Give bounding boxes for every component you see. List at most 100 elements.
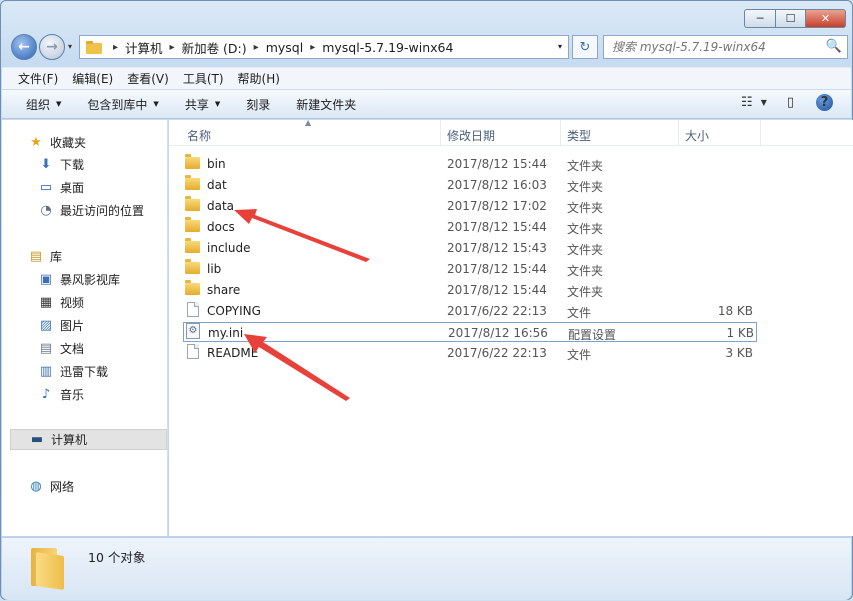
file-row[interactable]: COPYING 2017/6/22 22:13 文件 18 KB	[183, 301, 757, 321]
file-type: 文件夹	[567, 285, 604, 299]
minimize-button[interactable]: ─	[744, 9, 776, 28]
file-date: 2017/8/12 16:56	[448, 326, 548, 340]
desktop-icon: ▭	[39, 180, 53, 195]
file-name: docs	[207, 220, 235, 234]
star-icon: ★	[30, 135, 42, 150]
file-name: README	[207, 346, 259, 360]
column-divider[interactable]	[678, 120, 679, 146]
dropdown-arrow-icon: ▼	[56, 100, 62, 108]
organize-label: 组织	[26, 97, 51, 112]
address-dropdown-icon[interactable]: ▾	[558, 42, 562, 51]
search-box[interactable]: 🔍	[603, 35, 848, 59]
help-icon[interactable]: ?	[816, 94, 833, 111]
chevron-right-icon[interactable]: ▸	[310, 42, 315, 53]
close-button[interactable]: ✕	[806, 9, 846, 28]
column-size[interactable]: 大小	[685, 127, 709, 144]
file-row[interactable]: lib 2017/8/12 15:44 文件夹	[183, 259, 757, 279]
file-row[interactable]: README 2017/6/22 22:13 文件 3 KB	[183, 343, 757, 363]
forward-button[interactable]: →	[39, 34, 65, 60]
breadcrumb-mysql[interactable]: mysql	[266, 40, 304, 55]
nav-label: 图片	[60, 319, 85, 333]
nav-label: 收藏夹	[50, 136, 87, 150]
chevron-right-icon[interactable]: ▸	[170, 42, 175, 53]
column-type[interactable]: 类型	[567, 127, 591, 144]
folder-icon	[185, 259, 200, 274]
folder-icon	[185, 154, 200, 169]
menu-bar: 文件(F) 编辑(E) 查看(V) 工具(T) 帮助(H)	[2, 67, 851, 89]
file-type: 文件夹	[567, 159, 604, 173]
file-row[interactable]: share 2017/8/12 15:44 文件夹	[183, 280, 757, 300]
window-controls: ─ ☐ ✕	[744, 9, 846, 28]
computer-icon: ▬	[30, 432, 44, 447]
chevron-right-icon[interactable]: ▸	[113, 42, 118, 53]
chevron-right-icon[interactable]: ▸	[254, 42, 259, 53]
column-divider[interactable]	[760, 120, 761, 146]
nav-label: 视频	[60, 296, 85, 310]
column-name[interactable]: 名称	[187, 127, 211, 144]
address-bar[interactable]: ▸ 计算机 ▸ 新加卷 (D:) ▸ mysql ▸ mysql-5.7.19-winx…	[79, 35, 569, 59]
organize-button[interactable]: 组织 ▼	[26, 96, 61, 113]
back-button[interactable]: ←	[11, 34, 37, 60]
burn-button[interactable]: 刻录	[246, 96, 270, 113]
file-name: bin	[207, 157, 226, 171]
breadcrumb-computer[interactable]: 计算机	[125, 38, 163, 57]
file-list: 名称 ▲ 修改日期 类型 大小 bin 2017/8/12 15:44 文件夹 …	[169, 118, 853, 536]
file-row[interactable]: bin 2017/8/12 15:44 文件夹	[183, 154, 757, 174]
search-input[interactable]	[612, 40, 822, 54]
nav-label: 迅雷下载	[60, 365, 109, 379]
burn-label: 刻录	[246, 97, 271, 112]
file-type: 文件	[567, 306, 592, 320]
file-row[interactable]: include 2017/8/12 15:43 文件夹	[183, 238, 757, 258]
file-row[interactable]: dat 2017/8/12 16:03 文件夹	[183, 175, 757, 195]
file-type: 文件	[567, 348, 592, 362]
file-name: include	[207, 241, 251, 255]
menu-view[interactable]: 查看(V)	[127, 70, 169, 87]
maximize-button[interactable]: ☐	[776, 9, 806, 28]
share-label: 共享	[184, 97, 209, 112]
file-size: 3 KB	[725, 346, 753, 360]
file-name: lib	[207, 262, 222, 276]
video-icon: ▦	[39, 295, 53, 310]
view-options-icon[interactable]: ☷	[741, 95, 753, 110]
file-date: 2017/8/12 15:43	[447, 241, 547, 255]
view-dropdown-icon[interactable]: ▼	[761, 98, 767, 107]
file-name: dat	[207, 178, 227, 192]
file-type: 文件夹	[567, 222, 604, 236]
toolbar-right: ☷ ▼ ▯ ?	[729, 94, 833, 111]
folder-icon	[185, 238, 200, 253]
menu-help[interactable]: 帮助(H)	[238, 70, 280, 87]
new-folder-button[interactable]: 新建文件夹	[296, 96, 356, 113]
folder-large-icon	[28, 548, 66, 590]
preview-pane-icon[interactable]: ▯	[787, 95, 794, 110]
file-icon	[187, 344, 199, 359]
file-row-selected[interactable]: ⚙ my.ini 2017/8/12 16:56 配置设置 1 KB	[183, 322, 757, 342]
menu-edit[interactable]: 编辑(E)	[72, 70, 113, 87]
menu-tools[interactable]: 工具(T)	[183, 70, 224, 87]
breadcrumb-drive[interactable]: 新加卷 (D:)	[182, 38, 247, 57]
nav-label: 文档	[60, 342, 85, 356]
file-row[interactable]: data 2017/8/12 17:02 文件夹	[183, 196, 757, 216]
refresh-button[interactable]: ↻	[572, 35, 598, 59]
file-date: 2017/6/22 22:13	[447, 346, 547, 360]
folder-icon	[185, 175, 200, 190]
menu-file[interactable]: 文件(F)	[18, 70, 58, 87]
sort-ascending-icon: ▲	[305, 118, 312, 127]
command-bar: 组织 ▼ 包含到库中 ▼ 共享 ▼ 刻录 新建文件夹 ☷ ▼ ▯ ?	[2, 90, 851, 119]
new-folder-label: 新建文件夹	[296, 97, 357, 112]
column-divider[interactable]	[440, 120, 441, 146]
file-row[interactable]: docs 2017/8/12 15:44 文件夹	[183, 217, 757, 237]
file-type: 文件夹	[567, 180, 604, 194]
recent-places-icon: ◔	[40, 203, 52, 218]
file-date: 2017/6/22 22:13	[447, 304, 547, 318]
file-size: 1 KB	[726, 326, 754, 340]
breadcrumb-current[interactable]: mysql-5.7.19-winx64	[322, 40, 453, 55]
column-date-modified[interactable]: 修改日期	[447, 127, 495, 144]
share-button[interactable]: 共享 ▼	[185, 96, 220, 113]
nav-label: 最近访问的位置	[60, 204, 145, 218]
recent-pages-dropdown-icon[interactable]: ▾	[68, 42, 72, 51]
nav-computer[interactable]: ▬ 计算机	[10, 429, 167, 450]
search-icon[interactable]: 🔍	[826, 39, 842, 54]
folder-icon	[185, 280, 200, 295]
include-in-library-button[interactable]: 包含到库中 ▼	[87, 96, 158, 113]
column-divider[interactable]	[560, 120, 561, 146]
